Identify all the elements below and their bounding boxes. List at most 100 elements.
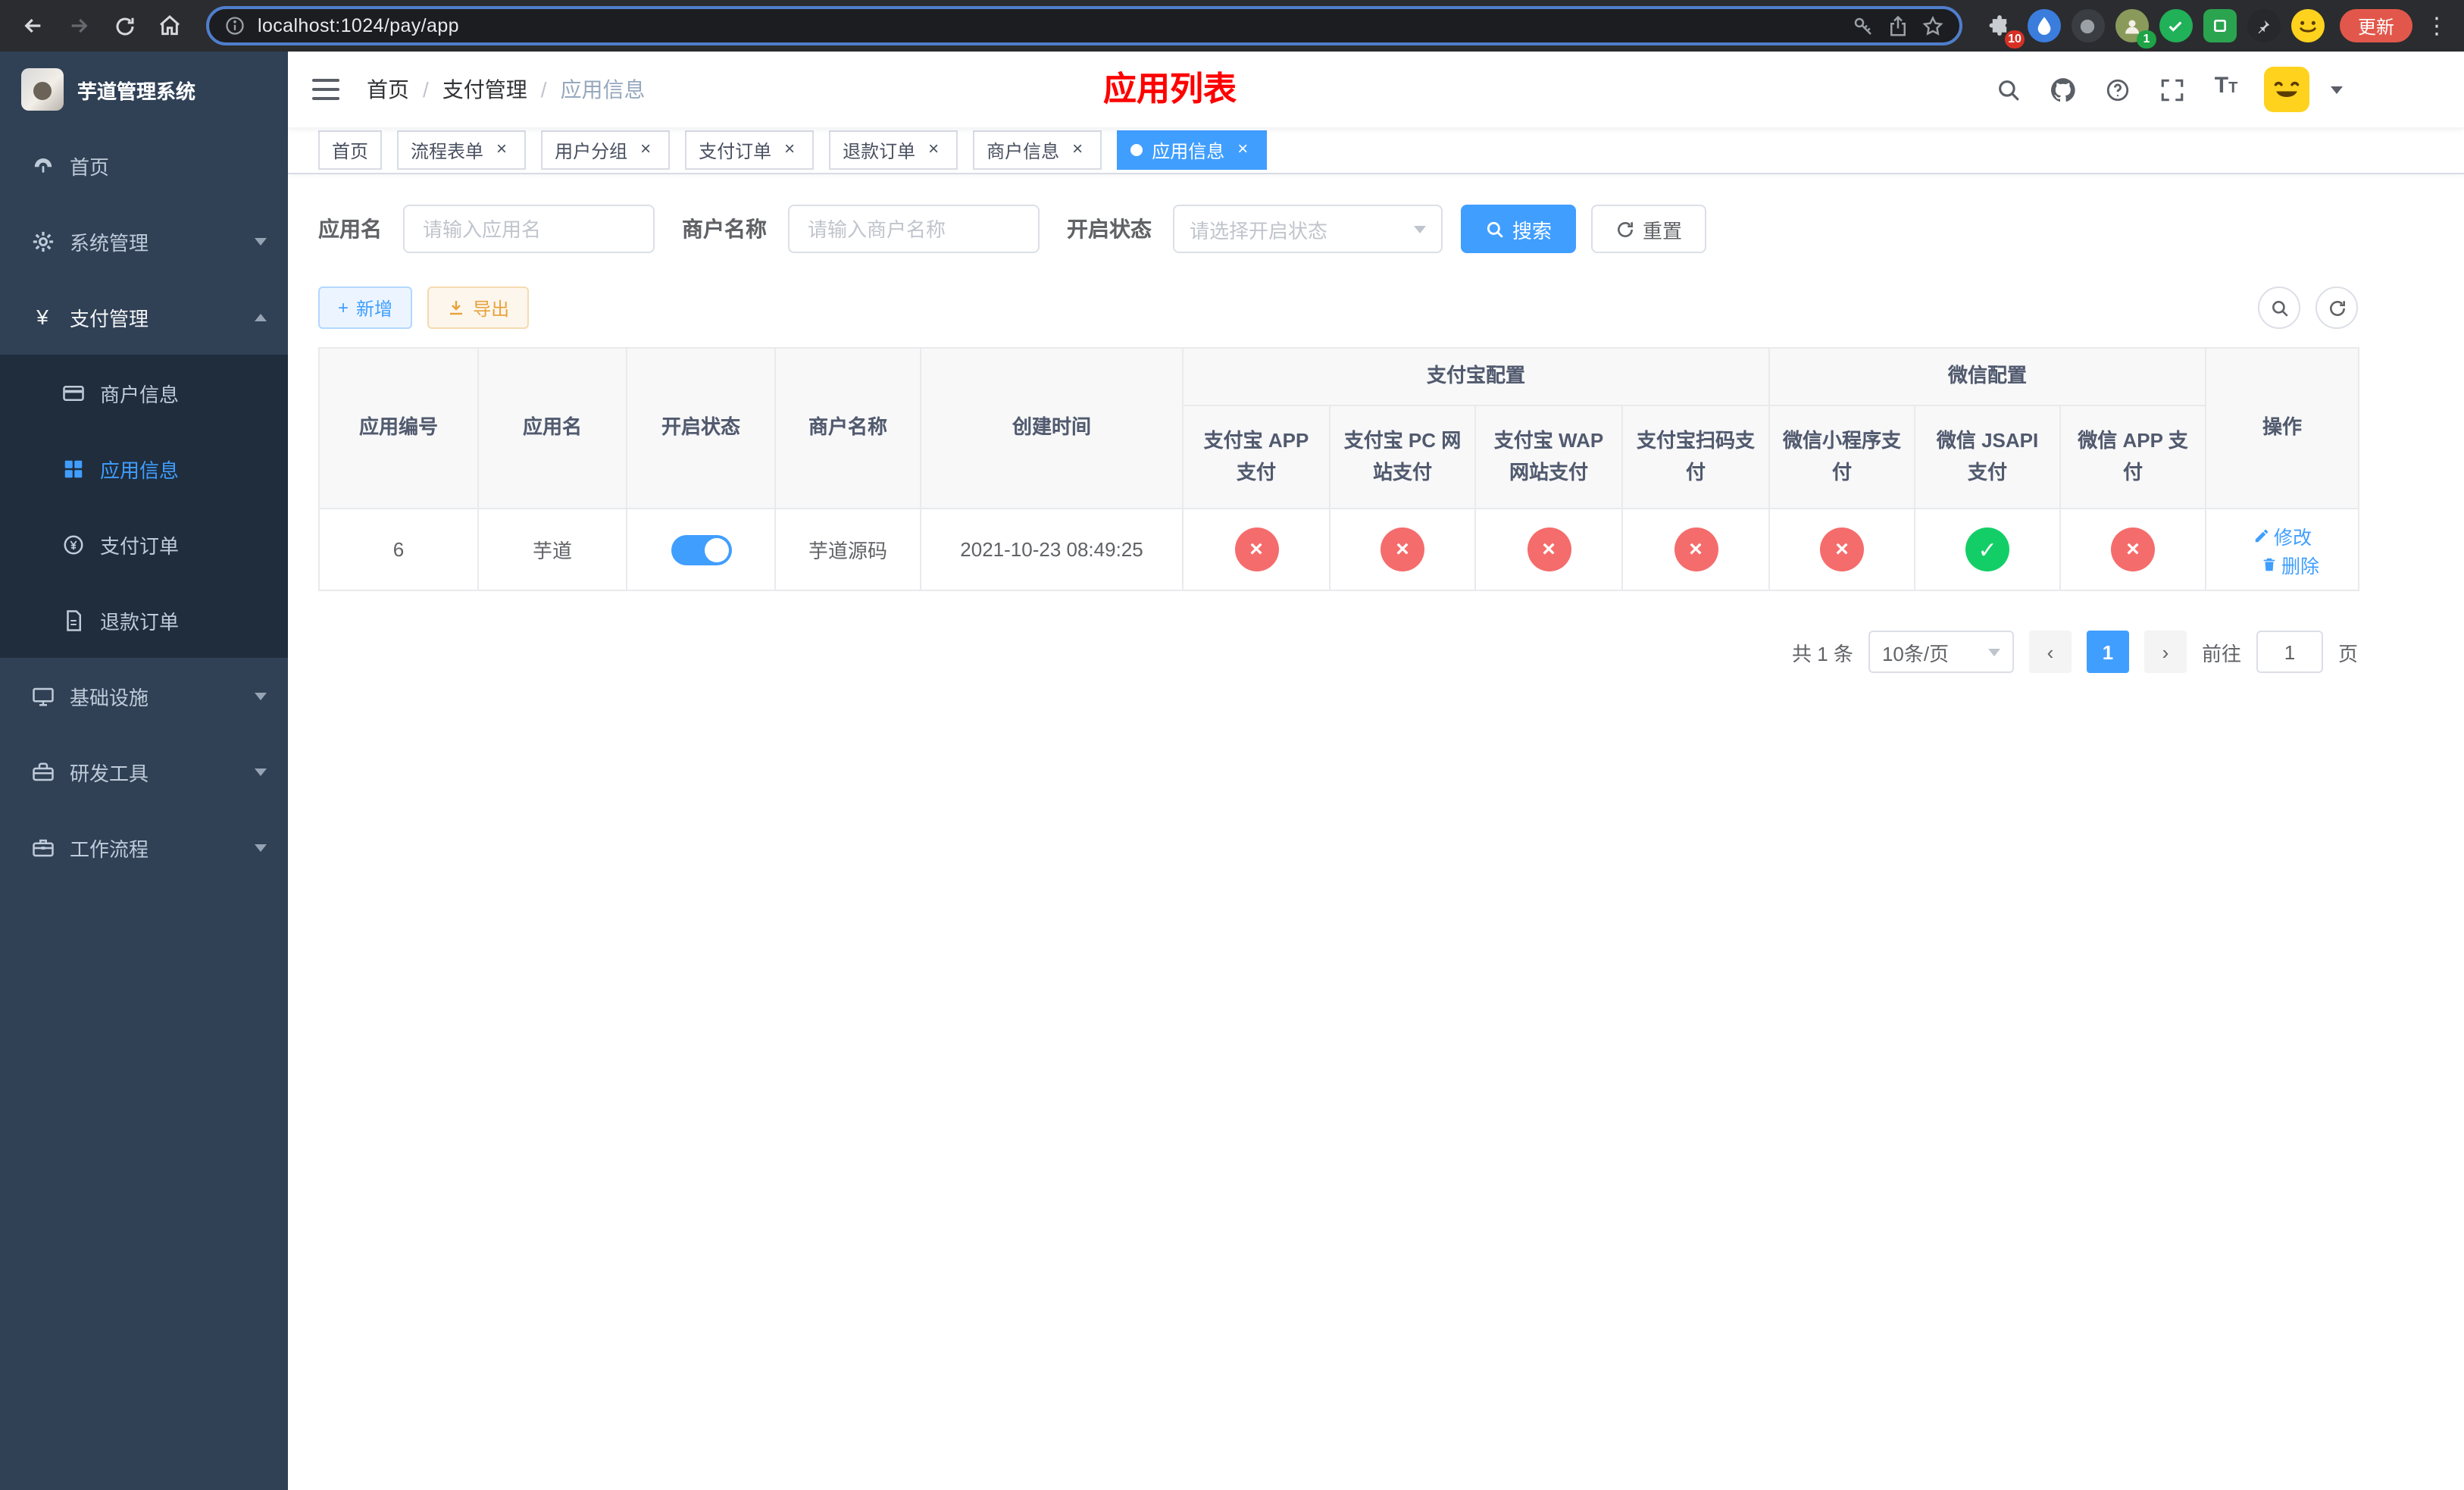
export-button[interactable]: 导出: [427, 286, 530, 329]
toggle-search-button[interactable]: [2258, 286, 2300, 329]
github-icon[interactable]: [2046, 73, 2079, 106]
filter-form: 应用名 商户名称 开启状态 请选择开启状态 搜索 重置: [318, 205, 2434, 253]
extensions-puzzle-icon[interactable]: 10: [1984, 9, 2025, 49]
sidebar-item-pay-orders[interactable]: 支付订单: [0, 506, 288, 582]
tab-pay-orders[interactable]: 支付订单 ×: [685, 130, 815, 170]
breadcrumb-current: 应用信息: [560, 77, 646, 102]
yen-icon: ¥: [36, 305, 48, 329]
sidebar-toggle-button[interactable]: [312, 79, 339, 100]
dev-tools-icon: [30, 760, 55, 783]
breadcrumb-home[interactable]: 首页: [367, 74, 409, 105]
status-label: 开启状态: [1067, 217, 1152, 241]
extension-icon[interactable]: [2027, 9, 2061, 42]
pay-order-icon: [61, 533, 85, 556]
sidebar-item-infrastructure[interactable]: 基础设施: [0, 658, 288, 734]
extensions-area: 10 1: [1978, 9, 2331, 49]
table-tools: [2258, 286, 2358, 329]
goto-label: 前往: [2201, 642, 2241, 665]
delete-button[interactable]: 删除: [2260, 549, 2319, 578]
bookmark-star-icon[interactable]: [1921, 14, 1944, 37]
avatar-dropdown-caret-icon[interactable]: [2331, 86, 2343, 93]
sidebar-item-refund-orders[interactable]: 退款订单: [0, 582, 288, 658]
refresh-icon: [1618, 221, 1633, 236]
page-info-icon[interactable]: [224, 15, 245, 36]
emoji-extension-icon[interactable]: [2290, 9, 2325, 42]
search-icon[interactable]: [1991, 73, 2025, 106]
tab-app-info[interactable]: 应用信息 ×: [1117, 130, 1268, 170]
font-size-icon[interactable]: TT: [2209, 73, 2243, 106]
app-navbar: 首页 / 支付管理 / 应用信息 应用列表 T T: [288, 52, 2464, 127]
goto-page-input[interactable]: [2256, 631, 2323, 673]
password-key-icon[interactable]: [1852, 14, 1875, 37]
merchant-name-label: 商户名称: [682, 217, 767, 241]
breadcrumb-payment[interactable]: 支付管理: [442, 74, 527, 105]
share-icon[interactable]: [1887, 14, 1909, 37]
reset-button[interactable]: 重置: [1591, 205, 1707, 253]
search-button[interactable]: 搜索: [1461, 205, 1577, 253]
chevron-down-icon: [255, 844, 267, 851]
prev-page-button[interactable]: ‹: [2028, 631, 2072, 673]
tab-refund-orders[interactable]: 退款订单 ×: [829, 130, 958, 170]
close-icon[interactable]: ×: [491, 139, 512, 161]
workflow-icon: [30, 836, 55, 859]
browser-update-button[interactable]: 更新: [2339, 9, 2412, 42]
sidebar-item-payment[interactable]: ¥ 支付管理: [0, 279, 288, 355]
browser-reload-button[interactable]: [103, 5, 145, 47]
column-header-alipay-pc: 支付宝 PC 网站支付: [1329, 405, 1476, 509]
reload-icon: [115, 17, 133, 35]
profile-badge: 1: [2136, 30, 2156, 49]
extension-icon[interactable]: [2203, 9, 2237, 42]
chevron-down-icon: [255, 237, 267, 245]
tab-home[interactable]: 首页: [318, 130, 383, 170]
edit-button[interactable]: 修改: [2253, 521, 2312, 549]
download-icon: [450, 301, 463, 315]
url-text[interactable]: localhost:1024/pay/app: [258, 15, 1840, 36]
browser-forward-button[interactable]: [58, 5, 100, 47]
payment-submenu: 商户信息 应用信息 支付订单 退款订单: [0, 355, 288, 658]
status-toggle[interactable]: [671, 534, 731, 565]
tab-user-group[interactable]: 用户分组 ×: [541, 130, 671, 170]
profile-extension-icon[interactable]: 1: [2115, 9, 2156, 49]
fullscreen-icon[interactable]: [2155, 73, 2188, 106]
app-logo-row[interactable]: 芋道管理系统: [0, 52, 288, 127]
sidebar-item-dev-tools[interactable]: 研发工具: [0, 734, 288, 809]
grid-icon: [61, 457, 85, 480]
pinned-extension-icon[interactable]: [2247, 9, 2281, 42]
address-bar[interactable]: localhost:1024/pay/app: [206, 6, 1962, 45]
wechat-lite-status-icon: ×: [1820, 527, 1865, 571]
extension-icon[interactable]: [2071, 9, 2105, 42]
close-icon[interactable]: ×: [779, 139, 800, 161]
app-name-input[interactable]: [403, 205, 655, 253]
merchant-name-input[interactable]: [788, 205, 1040, 253]
close-icon[interactable]: ×: [1232, 139, 1253, 161]
help-icon[interactable]: [2100, 73, 2134, 106]
cell-app-id: 6: [318, 508, 479, 591]
navbar-right-tools: TT: [1991, 67, 2440, 112]
close-icon[interactable]: ×: [635, 139, 656, 161]
browser-menu-button[interactable]: ⋮: [2422, 12, 2452, 39]
close-icon[interactable]: ×: [1067, 139, 1088, 161]
wechat-jsapi-status-icon: ✓: [1965, 527, 2010, 571]
sidebar-item-merchant-info[interactable]: 商户信息: [0, 355, 288, 430]
next-page-button[interactable]: ›: [2143, 631, 2187, 673]
tab-merchant-info[interactable]: 商户信息 ×: [973, 130, 1102, 170]
browser-back-button[interactable]: [12, 5, 55, 47]
extension-check-icon[interactable]: [2159, 9, 2193, 42]
page-size-select[interactable]: 10条/页: [1868, 631, 2014, 673]
add-button[interactable]: + 新增: [318, 286, 413, 329]
column-header-alipay-wap: 支付宝 WAP 网站支付: [1474, 405, 1623, 509]
tags-view: 首页 流程表单 × 用户分组 × 支付订单 × 退款订单 × 商户信息 × 应用信息 ×: [288, 127, 2464, 174]
tab-process-form[interactable]: 流程表单 ×: [397, 130, 527, 170]
sidebar-item-app-info[interactable]: 应用信息: [0, 430, 288, 506]
close-icon[interactable]: ×: [923, 139, 944, 161]
sidebar-item-home[interactable]: 首页: [0, 127, 288, 203]
refresh-table-button[interactable]: [2315, 286, 2358, 329]
browser-home-button[interactable]: [149, 5, 191, 47]
app-logo: [21, 68, 64, 111]
app-name-label: 应用名: [318, 217, 382, 241]
status-select[interactable]: 请选择开启状态: [1173, 205, 1443, 253]
sidebar-item-system[interactable]: 系统管理: [0, 203, 288, 279]
sidebar-item-workflow[interactable]: 工作流程: [0, 809, 288, 885]
page-number-button[interactable]: 1: [2086, 631, 2129, 673]
user-avatar[interactable]: [2264, 67, 2309, 112]
